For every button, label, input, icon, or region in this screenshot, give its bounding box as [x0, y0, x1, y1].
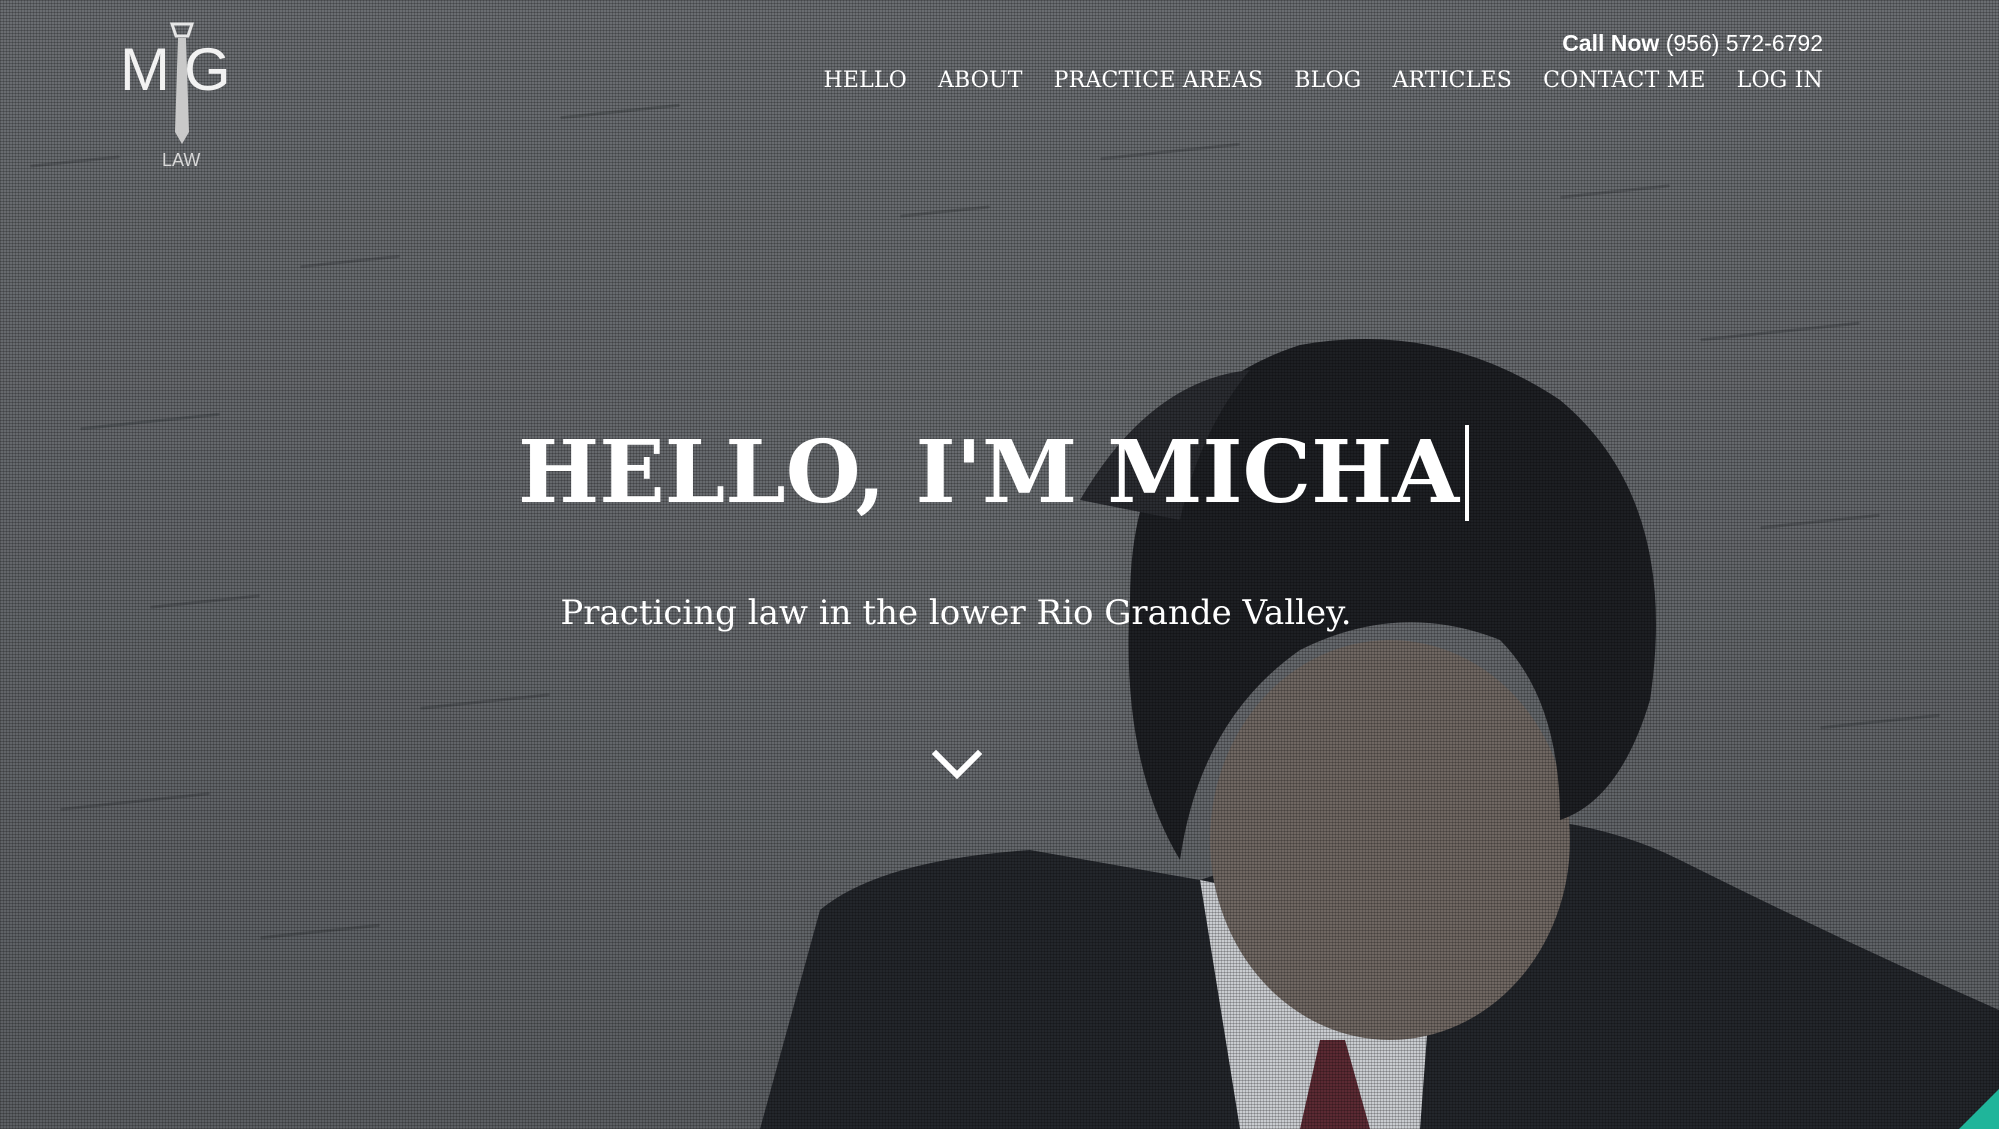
nav-item-practice-areas[interactable]: PRACTICE AREAS: [1054, 68, 1264, 93]
nav-item-blog[interactable]: BLOG: [1294, 68, 1361, 93]
hero-background: M G LAW Call Now (956) 572-6792 HELLO AB…: [0, 0, 1999, 1129]
logo-initial-m: M: [120, 36, 170, 103]
hero-title-text: HELLO, I'M MICHA: [518, 422, 1460, 523]
nav-item-about[interactable]: ABOUT: [938, 68, 1023, 93]
nav-item-contact-me[interactable]: CONTACT ME: [1543, 68, 1706, 93]
nav-item-log-in[interactable]: LOG IN: [1737, 68, 1823, 93]
hero-subtitle: Practicing law in the lower Rio Grande V…: [560, 593, 1352, 633]
corner-ribbon[interactable]: [1939, 1089, 1999, 1129]
phone-number[interactable]: (956) 572-6792: [1666, 30, 1823, 56]
chevron-down-icon[interactable]: [932, 748, 982, 780]
logo-subtitle: LAW: [162, 150, 201, 170]
hero-portrait-image: [760, 339, 1999, 1129]
main-nav: HELLO ABOUT PRACTICE AREAS BLOG ARTICLES…: [823, 68, 1823, 93]
hero-title: HELLO, I'M MICHA: [518, 422, 1470, 523]
logo-initial-g: G: [184, 36, 231, 103]
nav-item-hello[interactable]: HELLO: [823, 68, 907, 93]
typing-cursor: [1465, 425, 1470, 521]
nav-item-articles[interactable]: ARTICLES: [1392, 68, 1512, 93]
site-logo[interactable]: M G LAW: [118, 20, 248, 175]
call-now[interactable]: Call Now (956) 572-6792: [1562, 30, 1823, 57]
call-now-label: Call Now: [1562, 30, 1660, 56]
